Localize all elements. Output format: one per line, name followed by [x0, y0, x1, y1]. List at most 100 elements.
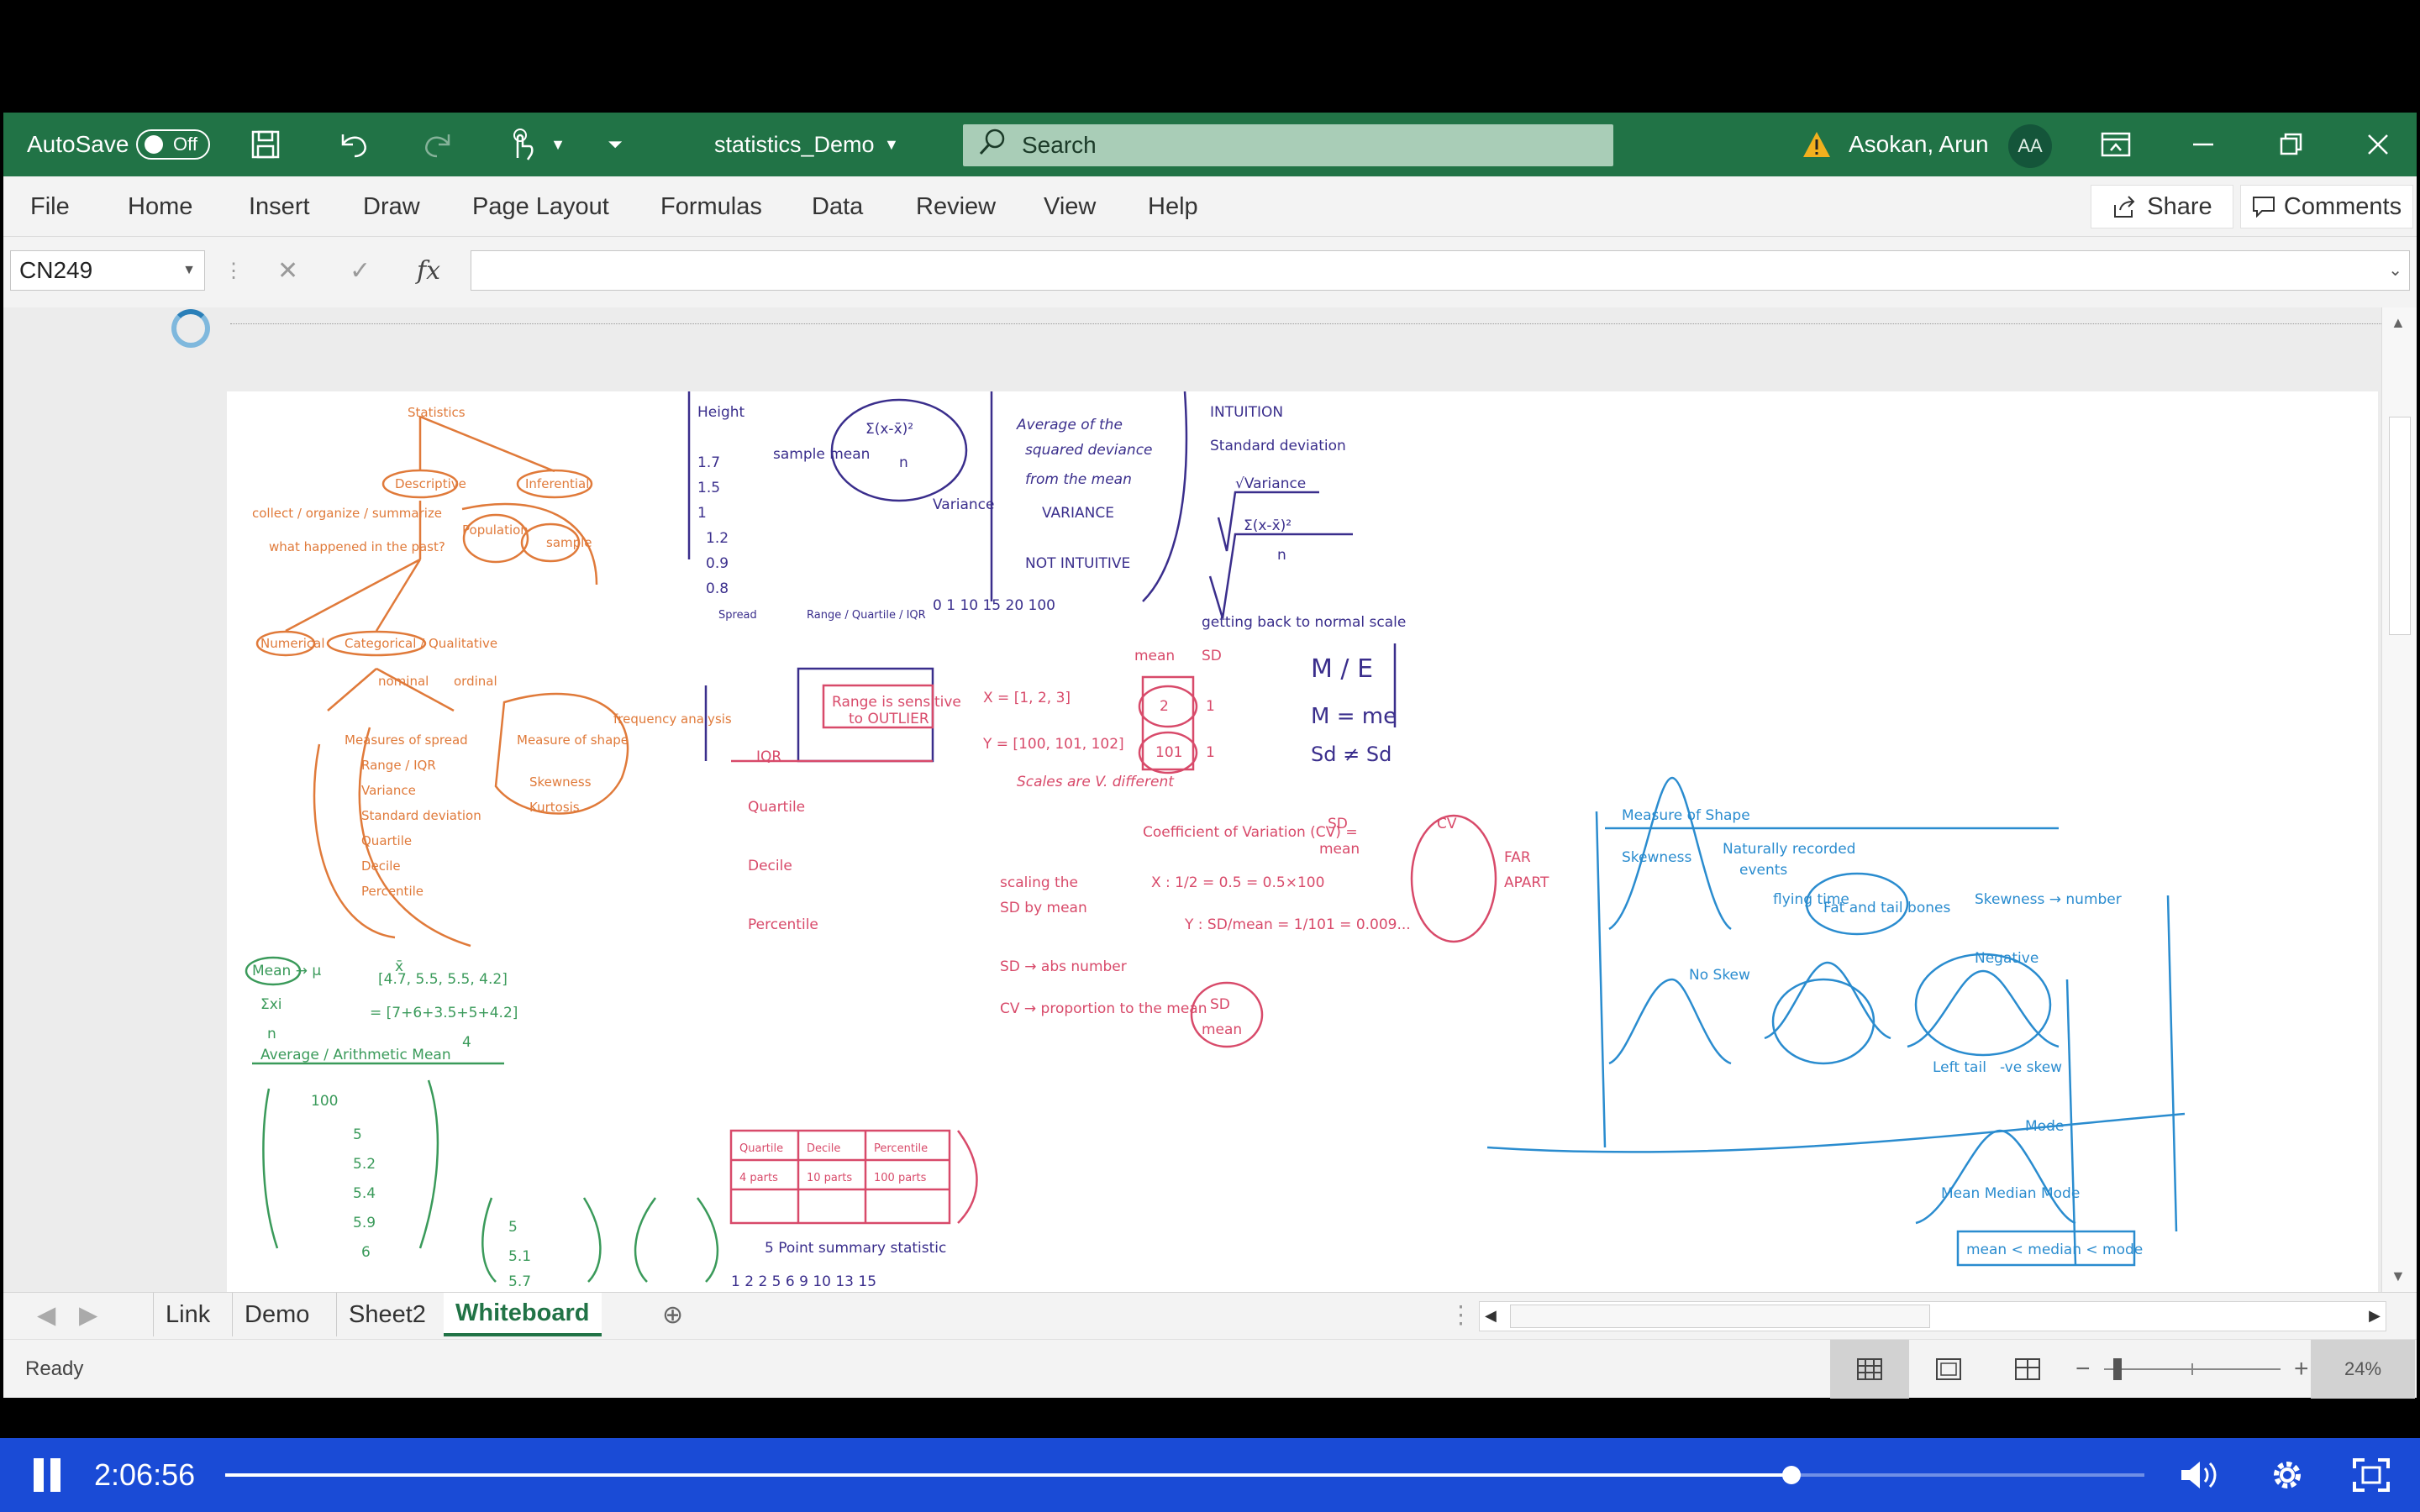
next-sheet-icon[interactable]: ▶	[67, 1293, 109, 1336]
sheet-tab-demo[interactable]: Demo	[232, 1293, 321, 1336]
minimize-icon[interactable]	[2185, 126, 2222, 163]
settings-gear-icon[interactable]	[2265, 1453, 2309, 1497]
svg-text:Skewness: Skewness	[1622, 849, 1691, 866]
customize-toolbar-icon[interactable]: ⏷	[597, 126, 634, 163]
normal-view-icon[interactable]	[1830, 1340, 1909, 1399]
tab-review[interactable]: Review	[916, 176, 996, 237]
svg-text:CV: CV	[1437, 816, 1457, 832]
add-sheet-icon[interactable]: ⊕	[650, 1293, 695, 1336]
zoom-in-icon[interactable]: +	[2294, 1340, 2309, 1399]
redo-icon[interactable]	[420, 126, 457, 163]
restore-icon[interactable]	[2272, 126, 2309, 163]
svg-text:5.7: 5.7	[508, 1273, 531, 1290]
sheet-tab-whiteboard[interactable]: Whiteboard	[444, 1293, 602, 1336]
note-statistics: Statistics	[408, 405, 466, 420]
scroll-up-icon[interactable]: ▲	[2391, 314, 2406, 332]
svg-text:1: 1	[1206, 698, 1215, 715]
svg-text:5: 5	[508, 1219, 518, 1236]
prev-sheet-icon[interactable]: ◀	[25, 1293, 67, 1336]
volume-icon[interactable]	[2178, 1453, 2222, 1497]
formula-input[interactable]: ⌄	[471, 250, 2410, 291]
insert-function-icon[interactable]: fx	[417, 250, 440, 291]
close-icon[interactable]	[2360, 126, 2396, 163]
ribbon-display-options-icon[interactable]	[2097, 126, 2134, 163]
search-icon	[963, 128, 1022, 163]
horizontal-scrollbar[interactable]: ◀ ▶	[1479, 1301, 2386, 1331]
touch-mode-icon[interactable]	[502, 126, 539, 163]
tab-view[interactable]: View	[1044, 176, 1096, 237]
save-icon[interactable]	[247, 126, 284, 163]
page-break-preview-icon[interactable]	[1988, 1340, 2067, 1399]
pause-icon[interactable]	[30, 1458, 62, 1492]
svg-text:Negative: Negative	[1975, 950, 2039, 967]
svg-text:Σ(x-x̄)²: Σ(x-x̄)²	[865, 421, 913, 438]
svg-text:to OUTLIER: to OUTLIER	[849, 711, 929, 727]
loading-spinner-icon	[171, 309, 210, 348]
page-layout-view-icon[interactable]	[1909, 1340, 1988, 1399]
search-placeholder: Search	[1022, 132, 1097, 158]
horizontal-scroll-thumb[interactable]	[1510, 1305, 1930, 1328]
svg-text:5.1: 5.1	[508, 1248, 531, 1265]
name-box-dropdown-icon[interactable]: ▼	[182, 263, 196, 278]
worksheet-area[interactable]: Statistics Descriptive Inferential colle…	[3, 307, 2417, 1292]
autosave-toggle[interactable]: Off	[136, 129, 210, 160]
zoom-out-icon[interactable]: −	[2075, 1340, 2091, 1399]
scroll-right-icon[interactable]: ▶	[2369, 1307, 2381, 1325]
confirm-entry-icon[interactable]: ✓	[350, 250, 371, 291]
note-spread: Measures of spread	[345, 732, 468, 748]
svg-text:IQR: IQR	[756, 748, 781, 765]
svg-text:NOT INTUITIVE: NOT INTUITIVE	[1025, 555, 1130, 572]
vertical-scroll-thumb[interactable]	[2389, 417, 2411, 635]
zoom-slider[interactable]	[2104, 1358, 2281, 1380]
scroll-down-icon[interactable]: ▼	[2391, 1268, 2406, 1285]
svg-text:5.4: 5.4	[353, 1185, 376, 1202]
cancel-entry-icon[interactable]: ✕	[277, 250, 298, 291]
filename-chevron-icon[interactable]: ▼	[884, 113, 899, 176]
zoom-slider-knob[interactable]	[2113, 1358, 2123, 1380]
sheet-tab-sheet2[interactable]: Sheet2	[336, 1293, 438, 1336]
note-shape: Measure of shape	[517, 732, 629, 748]
status-bar: Ready − + 24%	[3, 1339, 2417, 1399]
chevron-down-icon[interactable]: ▼	[539, 126, 576, 163]
toggle-knob	[145, 135, 163, 154]
note-percentile: Percentile	[361, 884, 424, 899]
undo-icon[interactable]	[334, 126, 371, 163]
svg-text:Quartile: Quartile	[739, 1142, 783, 1155]
tab-file[interactable]: File	[30, 176, 70, 237]
workbook-filename[interactable]: statistics_Demo	[714, 113, 875, 176]
comments-button[interactable]: Comments	[2240, 185, 2413, 228]
svg-text:mean: mean	[1134, 648, 1175, 664]
name-box[interactable]: CN249 ▼	[10, 250, 205, 291]
svg-text:0 1 10 15 20 100: 0 1 10 15 20 100	[933, 597, 1055, 614]
svg-text:Percentile: Percentile	[874, 1142, 928, 1155]
sheet-tab-link[interactable]: Link	[153, 1293, 222, 1336]
note-ordinal: ordinal	[454, 674, 497, 689]
seek-handle[interactable]	[1781, 1466, 1801, 1484]
tab-home[interactable]: Home	[128, 176, 192, 237]
user-avatar[interactable]: AA	[2008, 124, 2052, 168]
svg-text:Mode: Mode	[2025, 1118, 2064, 1135]
seek-bar[interactable]	[225, 1466, 2144, 1484]
warning-icon[interactable]	[1798, 126, 1835, 163]
tab-help[interactable]: Help	[1148, 176, 1198, 237]
svg-text:0.9: 0.9	[706, 555, 729, 572]
share-button[interactable]: Share	[2091, 185, 2233, 228]
green-notes: Mean → μ x̄ Σxi n [4.7, 5.5, 5.5, 4.2] =…	[252, 958, 531, 1290]
svg-text:Y : SD/mean = 1/101 = 0.009...: Y : SD/mean = 1/101 = 0.009...	[1184, 916, 1411, 933]
svg-text:Sd ≠ Sd: Sd ≠ Sd	[1311, 743, 1392, 766]
tab-draw[interactable]: Draw	[363, 176, 420, 237]
tab-formulas[interactable]: Formulas	[660, 176, 762, 237]
user-name[interactable]: Asokan, Arun	[1849, 113, 1989, 176]
scroll-left-icon[interactable]: ◀	[1485, 1307, 1497, 1325]
fullscreen-icon[interactable]	[2349, 1453, 2393, 1497]
search-box[interactable]: Search	[963, 124, 1613, 166]
tab-data[interactable]: Data	[812, 176, 863, 237]
tab-insert[interactable]: Insert	[249, 176, 310, 237]
more-options-icon[interactable]: ⋮	[224, 250, 244, 291]
expand-formula-bar-icon[interactable]: ⌄	[2388, 260, 2402, 281]
vertical-scrollbar[interactable]: ▲ ▼	[2381, 307, 2417, 1292]
tabs-splitter-icon[interactable]: ⋮	[1437, 1293, 1485, 1336]
tab-page-layout[interactable]: Page Layout	[472, 176, 609, 237]
whiteboard-canvas[interactable]: Statistics Descriptive Inferential colle…	[227, 391, 2378, 1292]
zoom-level[interactable]: 24%	[2311, 1340, 2415, 1399]
